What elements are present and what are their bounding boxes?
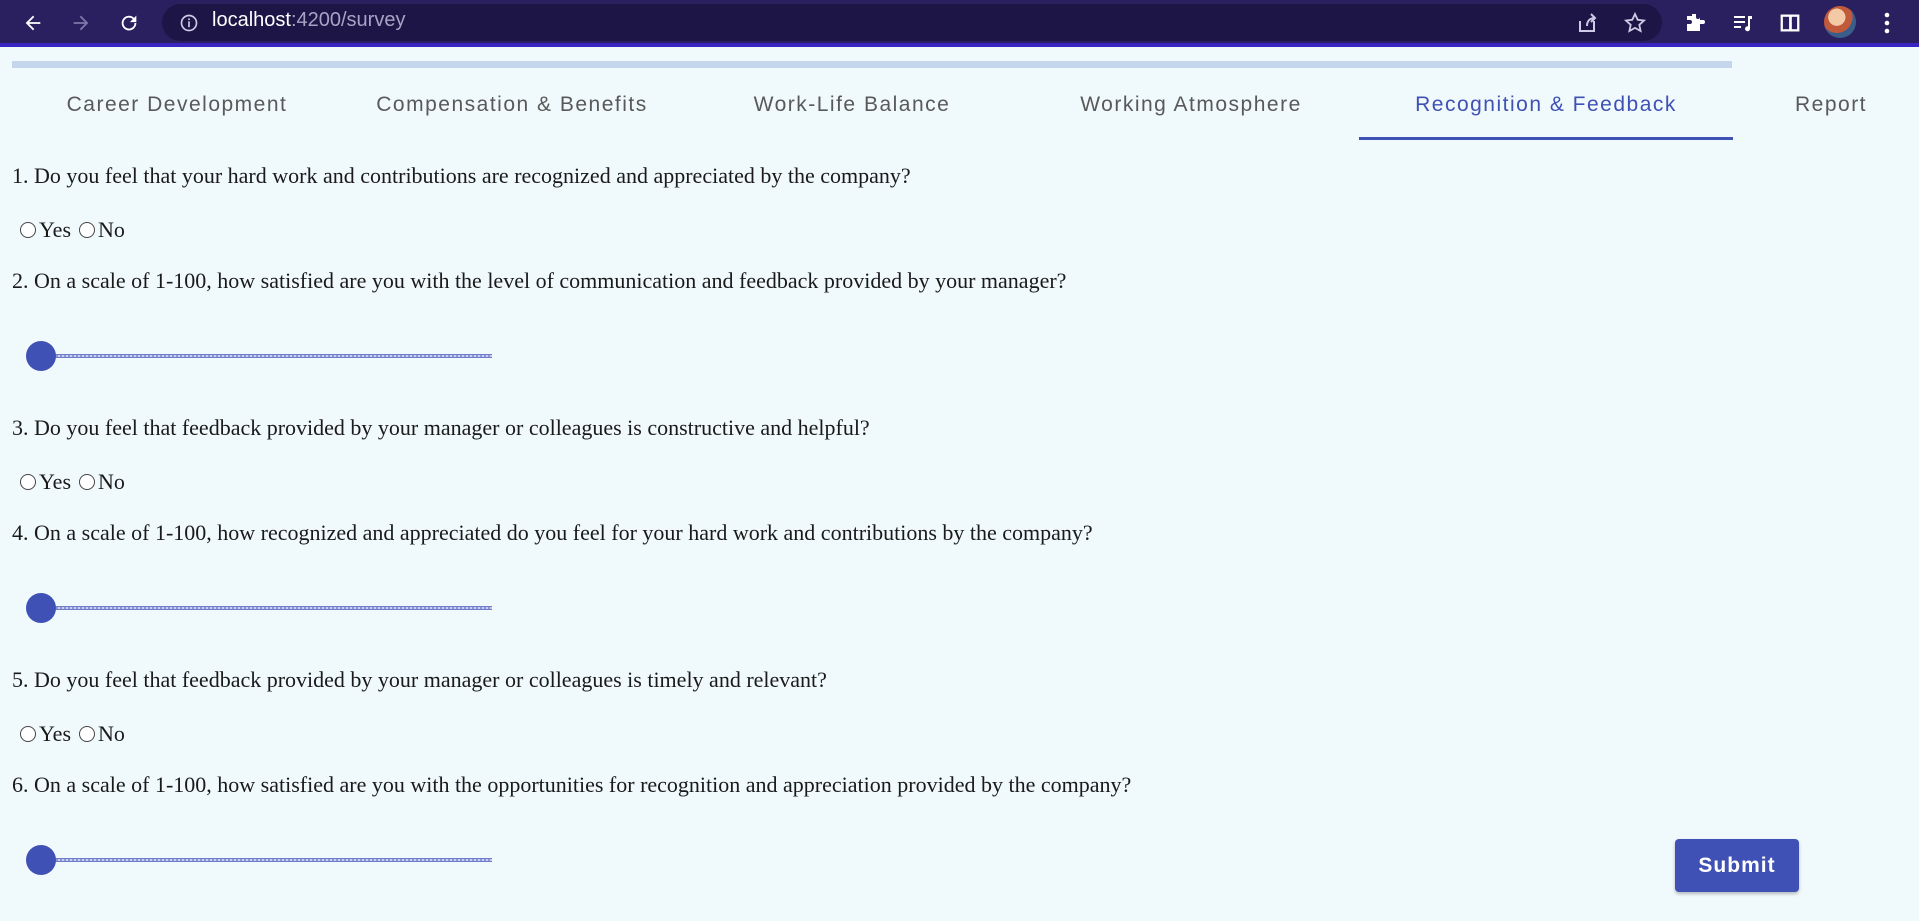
question-5: 5. Do you feel that feedback provided by…: [12, 667, 827, 692]
question-3: 3. Do you feel that feedback provided by…: [12, 415, 870, 440]
q1-yes-radio[interactable]: [20, 222, 36, 238]
tab-compensation-benefits[interactable]: Compensation & Benefits: [342, 70, 682, 140]
question-5-options: Yes No: [20, 721, 133, 747]
q4-slider-track[interactable]: [40, 606, 492, 610]
q3-no-label[interactable]: No: [98, 469, 125, 495]
q2-slider-track[interactable]: [40, 354, 492, 358]
q1-no-label[interactable]: No: [98, 217, 125, 243]
tab-group: Career Development Compensation & Benefi…: [12, 70, 1919, 142]
url-text[interactable]: localhost:4200/survey: [212, 9, 405, 32]
profile-avatar[interactable]: [1824, 6, 1856, 38]
back-arrow-icon[interactable]: [16, 6, 50, 40]
q3-no-radio[interactable]: [79, 474, 96, 490]
question-2: 2. On a scale of 1-100, how satisfied ar…: [12, 268, 1067, 293]
question-4: 4. On a scale of 1-100, how recognized a…: [12, 520, 1093, 545]
q5-no-radio[interactable]: [79, 726, 96, 742]
share-icon[interactable]: [1570, 6, 1604, 40]
url-path: :4200/survey: [290, 9, 406, 31]
q3-yes-label[interactable]: Yes: [39, 469, 71, 495]
url-host: localhost: [212, 9, 291, 31]
forward-arrow-icon[interactable]: [64, 6, 98, 40]
q3-yes-radio[interactable]: [20, 474, 36, 490]
q4-slider-thumb[interactable]: [26, 593, 56, 623]
reload-icon[interactable]: [112, 6, 146, 40]
q4-slider[interactable]: [26, 593, 492, 623]
question-6: 6. On a scale of 1-100, how satisfied ar…: [12, 772, 1132, 797]
q6-slider-thumb[interactable]: [26, 845, 56, 875]
side-panel-icon[interactable]: [1773, 6, 1807, 40]
progress-bar: [12, 61, 1732, 68]
q1-yes-label[interactable]: Yes: [39, 217, 71, 243]
more-vert-icon[interactable]: [1870, 6, 1904, 40]
extensions-icon[interactable]: [1678, 6, 1712, 40]
q2-slider[interactable]: [26, 341, 492, 371]
submit-button[interactable]: Submit: [1675, 839, 1799, 892]
media-queue-icon[interactable]: [1726, 6, 1760, 40]
tab-recognition-feedback[interactable]: Recognition & Feedback: [1359, 70, 1733, 140]
q5-yes-radio[interactable]: [20, 726, 36, 742]
q1-no-radio[interactable]: [79, 222, 96, 238]
tab-work-life-balance[interactable]: Work-Life Balance: [682, 70, 1022, 140]
q6-slider-track[interactable]: [40, 858, 492, 862]
q6-slider[interactable]: [26, 845, 492, 875]
star-icon[interactable]: [1618, 6, 1652, 40]
q2-slider-thumb[interactable]: [26, 341, 56, 371]
tab-career-development[interactable]: Career Development: [12, 70, 342, 140]
question-1: 1. Do you feel that your hard work and c…: [12, 163, 911, 188]
q5-no-label[interactable]: No: [98, 721, 125, 747]
active-tab-indicator: [1359, 137, 1733, 140]
tab-report[interactable]: Report: [1733, 70, 1919, 140]
tab-working-atmosphere[interactable]: Working Atmosphere: [1022, 70, 1360, 140]
question-3-options: Yes No: [20, 469, 133, 495]
info-icon[interactable]: [172, 6, 206, 40]
question-1-options: Yes No: [20, 217, 133, 243]
toolbar-divider: [0, 43, 1919, 47]
q5-yes-label[interactable]: Yes: [39, 721, 71, 747]
